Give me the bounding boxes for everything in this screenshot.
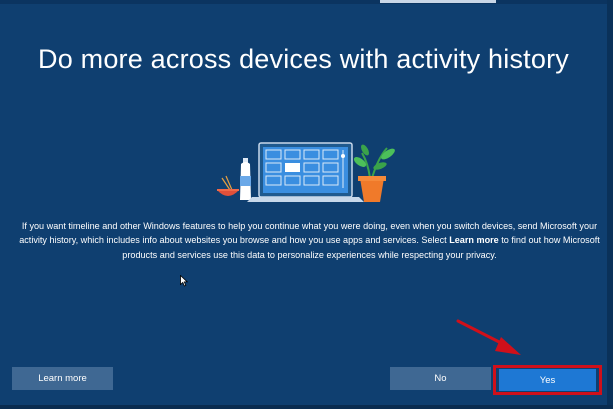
learn-more-inline-link[interactable]: Learn more (449, 235, 499, 245)
learn-more-button[interactable]: Learn more (12, 367, 113, 390)
laptop-icon (247, 142, 364, 202)
red-arrow-annotation (456, 319, 521, 355)
yes-button[interactable]: Yes (499, 369, 596, 391)
description-text: If you want timeline and other Windows f… (18, 219, 601, 262)
top-progress-segment (380, 0, 496, 3)
top-frame (0, 0, 613, 4)
mouse-pointer-icon (180, 275, 188, 287)
page-title: Do more across devices with activity his… (38, 44, 569, 74)
right-edge-strip (607, 0, 613, 409)
plant-icon (353, 144, 395, 202)
no-button[interactable]: No (390, 367, 491, 390)
bottom-edge-strip (0, 405, 613, 409)
bottle-icon (240, 158, 251, 200)
bowl-icon (217, 175, 239, 196)
laptop-with-plant-and-bottle-illustration (217, 142, 395, 202)
